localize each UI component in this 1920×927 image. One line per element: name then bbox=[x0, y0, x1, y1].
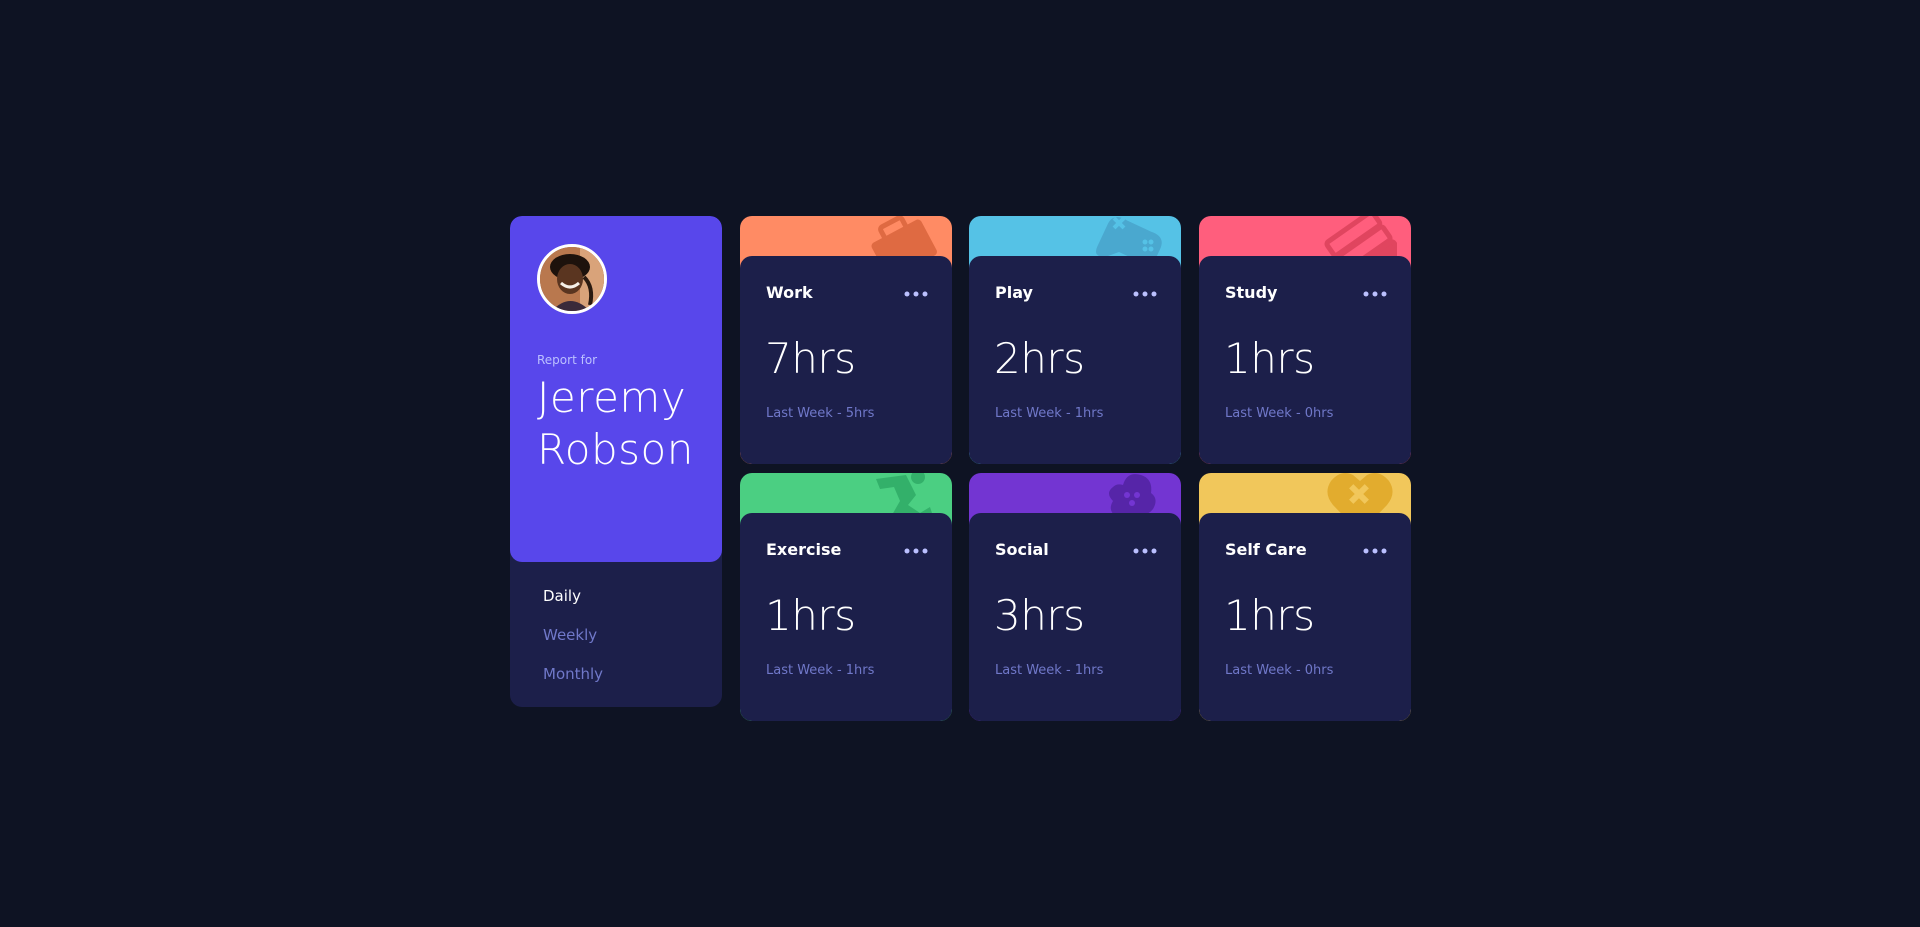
ellipsis-icon[interactable] bbox=[1363, 289, 1387, 299]
previous-hours: Last Week - 0hrs bbox=[1225, 663, 1334, 678]
avatar-image bbox=[540, 247, 604, 311]
current-hours: 2hrs bbox=[994, 334, 1085, 383]
activity-title: Self Care bbox=[1225, 540, 1307, 559]
activity-title: Play bbox=[995, 283, 1033, 302]
activity-title: Work bbox=[766, 283, 813, 302]
activity-title: Exercise bbox=[766, 540, 842, 559]
activity-card-body[interactable]: Exercise 1hrs Last Week - 1hrs bbox=[740, 513, 952, 721]
activity-card-study: Study 1hrs Last Week - 0hrs bbox=[1199, 216, 1411, 464]
current-hours: 1hrs bbox=[765, 591, 856, 640]
previous-hours: Last Week - 1hrs bbox=[766, 663, 875, 678]
report-for-label: Report for bbox=[537, 353, 598, 367]
ellipsis-icon[interactable] bbox=[904, 546, 928, 556]
previous-hours: Last Week - 5hrs bbox=[766, 406, 875, 421]
ellipsis-icon[interactable] bbox=[1133, 289, 1157, 299]
activity-title: Study bbox=[1225, 283, 1278, 302]
activity-card-body[interactable]: Work 7hrs Last Week - 5hrs bbox=[740, 256, 952, 464]
current-hours: 1hrs bbox=[1224, 591, 1315, 640]
activity-title: Social bbox=[995, 540, 1049, 559]
ellipsis-icon[interactable] bbox=[1363, 546, 1387, 556]
current-hours: 3hrs bbox=[994, 591, 1085, 640]
profile-card: Report for Jeremy Robson Daily Weekly Mo… bbox=[510, 216, 722, 707]
current-hours: 7hrs bbox=[765, 334, 856, 383]
ellipsis-icon[interactable] bbox=[904, 289, 928, 299]
time-tracking-dashboard: Report for Jeremy Robson Daily Weekly Mo… bbox=[510, 216, 1411, 721]
period-selector: Daily Weekly Monthly bbox=[543, 585, 603, 702]
previous-hours: Last Week - 1hrs bbox=[995, 663, 1104, 678]
previous-hours: Last Week - 0hrs bbox=[1225, 406, 1334, 421]
activity-card-work: Work 7hrs Last Week - 5hrs bbox=[740, 216, 952, 464]
activity-card-body[interactable]: Self Care 1hrs Last Week - 0hrs bbox=[1199, 513, 1411, 721]
activity-card-social: Social 3hrs Last Week - 1hrs bbox=[969, 473, 1181, 721]
activity-card-body[interactable]: Social 3hrs Last Week - 1hrs bbox=[969, 513, 1181, 721]
activity-card-body[interactable]: Study 1hrs Last Week - 0hrs bbox=[1199, 256, 1411, 464]
user-name: Jeremy Robson bbox=[537, 373, 694, 474]
activity-card-body[interactable]: Play 2hrs Last Week - 1hrs bbox=[969, 256, 1181, 464]
profile-header: Report for Jeremy Robson bbox=[510, 216, 722, 562]
avatar bbox=[537, 244, 607, 314]
activity-card-self-care: Self Care 1hrs Last Week - 0hrs bbox=[1199, 473, 1411, 721]
period-daily[interactable]: Daily bbox=[543, 585, 603, 624]
current-hours: 1hrs bbox=[1224, 334, 1315, 383]
activity-card-exercise: Exercise 1hrs Last Week - 1hrs bbox=[740, 473, 952, 721]
period-monthly[interactable]: Monthly bbox=[543, 663, 603, 702]
ellipsis-icon[interactable] bbox=[1133, 546, 1157, 556]
activity-card-play: Play 2hrs Last Week - 1hrs bbox=[969, 216, 1181, 464]
previous-hours: Last Week - 1hrs bbox=[995, 406, 1104, 421]
period-weekly[interactable]: Weekly bbox=[543, 624, 603, 663]
